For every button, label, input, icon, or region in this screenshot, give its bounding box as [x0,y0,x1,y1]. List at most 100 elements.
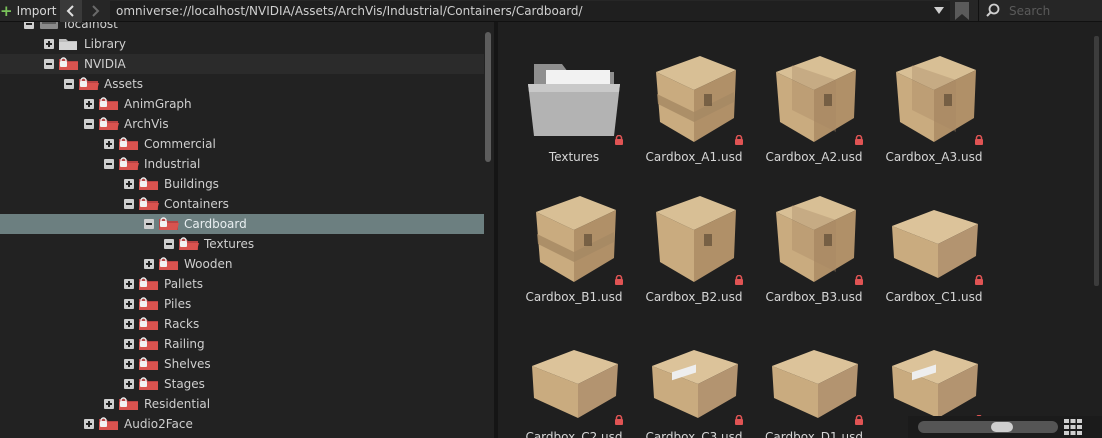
grid-item-label: Cardbox_A2.usd [765,150,863,164]
thumbnail-size-slider[interactable] [918,421,1058,433]
tree-item-label: Buildings [164,177,219,191]
tree-item-containers[interactable]: Containers [0,194,484,214]
cardboard-box-thumbnail [642,184,746,288]
collapse-icon[interactable] [44,59,54,69]
tree-item-commercial[interactable]: Commercial [0,134,484,154]
tree-item-cardboard[interactable]: Cardboard [0,214,484,234]
grid-asset-item[interactable]: Cardbox_A2.usd [744,30,864,164]
tree-item-label: Audio2Face [124,417,193,431]
tree-item-pallets[interactable]: Pallets [0,274,484,294]
grid-item-label: Cardbox_C2.usd [525,430,623,438]
slider-handle[interactable] [991,422,1013,432]
expand-icon[interactable] [124,379,134,389]
grid-asset-item[interactable]: Cardbox_B1.usd [504,170,624,304]
back-button[interactable] [60,0,82,22]
tree-item-archvis[interactable]: ArchVis [0,114,484,134]
grid-asset-item[interactable]: Cardbox_B2.usd [624,170,744,304]
grid-folder-item[interactable]: Textures [504,30,624,164]
import-label: Import [16,4,57,18]
grid-item-label: Cardbox_A3.usd [885,150,983,164]
expand-icon[interactable] [104,139,114,149]
grid-asset-item[interactable]: Cardbox_C2.usd [504,310,624,438]
expand-icon[interactable] [44,39,54,49]
tree-item-shelves[interactable]: Shelves [0,354,484,374]
grid-asset-item[interactable]: Cardbox_A3.usd [864,30,984,164]
bookmark-button[interactable] [954,2,972,20]
folder-locked-icon [138,296,160,312]
grid-view-icon[interactable] [1064,419,1082,435]
tree-item-industrial[interactable]: Industrial [0,154,484,174]
collapse-icon[interactable] [84,119,94,129]
folder-tree: localhost Library NVIDIA Assets AnimGraph Arc… [0,22,494,438]
path-dropdown-button[interactable] [930,0,948,22]
forward-button[interactable] [84,0,106,22]
expand-icon[interactable] [84,99,94,109]
expand-icon[interactable] [124,319,134,329]
tree-item-piles[interactable]: Piles [0,294,484,314]
expand-icon[interactable] [144,259,154,269]
expand-icon[interactable] [84,419,94,429]
grid-asset-item[interactable]: Cardbox_D1.usd [744,310,864,438]
grid-item-label: Cardbox_B2.usd [645,290,743,304]
tree-item-railing[interactable]: Railing [0,334,484,354]
grid-item-label: Cardbox_D1.usd [765,430,863,438]
tree-item-label: localhost [64,22,118,31]
cardboard-box-thumbnail [882,324,986,428]
cardboard-box-thumbnail [522,324,626,428]
grid-asset-item[interactable]: Cardbox_C3.usd [624,310,744,438]
collapse-icon[interactable] [24,22,34,29]
grid-item-label: Cardbox_C1.usd [885,290,983,304]
tree-item-label: Textures [204,237,255,251]
lock-icon [734,414,744,425]
expand-icon[interactable] [124,359,134,369]
cardboard-box-thumbnail [522,184,626,288]
collapse-icon[interactable] [104,159,114,169]
toolbar: + Import omniverse://localhost/NVIDIA/As… [0,0,1102,22]
tree-item-stages[interactable]: Stages [0,374,484,394]
tree-item-localhost[interactable]: localhost [0,22,484,34]
folder-locked-icon [98,416,120,432]
collapse-icon[interactable] [164,239,174,249]
tree-item-racks[interactable]: Racks [0,314,484,334]
expand-icon[interactable] [104,399,114,409]
folder-locked-open-icon [118,156,140,172]
grid-asset-item[interactable]: Cardbox_B3.usd [744,170,864,304]
expand-icon[interactable] [124,299,134,309]
tree-item-animgraph[interactable]: AnimGraph [0,94,484,114]
grid-asset-item[interactable]: Cardbox_C1.usd [864,170,984,304]
folder-locked-icon [158,256,180,272]
search-input[interactable] [1009,2,1099,20]
tree-item-label: Assets [104,77,144,91]
collapse-icon[interactable] [64,79,74,89]
thumbnail-size-bar [908,416,1102,438]
tree-item-library[interactable]: Library [0,34,484,54]
lock-icon [614,274,624,285]
tree-item-nvidia[interactable]: NVIDIA [0,54,484,74]
tree-item-audio2face[interactable]: Audio2Face [0,414,484,434]
tree-scrollbar[interactable] [485,32,491,162]
lock-icon [854,274,864,285]
cardboard-box-thumbnail [882,44,986,148]
grid-asset-item[interactable]: Cardbox_A1.usd [624,30,744,164]
tree-item-label: Cardboard [184,217,247,231]
tree-item-wooden[interactable]: Wooden [0,254,484,274]
server-icon [38,22,60,32]
collapse-icon[interactable] [144,219,154,229]
folder-icon [58,36,80,52]
asset-grid: Textures Cardbox_A1.usd Cardbox_A2.usd Card… [498,22,1102,438]
expand-icon[interactable] [124,179,134,189]
tree-item-label: ArchVis [124,117,169,131]
expand-icon[interactable] [124,339,134,349]
tree-item-buildings[interactable]: Buildings [0,174,484,194]
import-button[interactable]: + Import [0,0,56,22]
expand-icon[interactable] [124,279,134,289]
folder-locked-icon [58,56,80,72]
grid-scrollbar[interactable] [1094,36,1099,286]
collapse-icon[interactable] [124,199,134,209]
tree-item-residential[interactable]: Residential [0,394,484,414]
tree-item-assets[interactable]: Assets [0,74,484,94]
lock-icon [734,134,744,145]
path-field[interactable]: omniverse://localhost/NVIDIA/Assets/Arch… [110,1,950,21]
tree-item-textures[interactable]: Textures [0,234,484,254]
cardboard-box-thumbnail [762,184,866,288]
